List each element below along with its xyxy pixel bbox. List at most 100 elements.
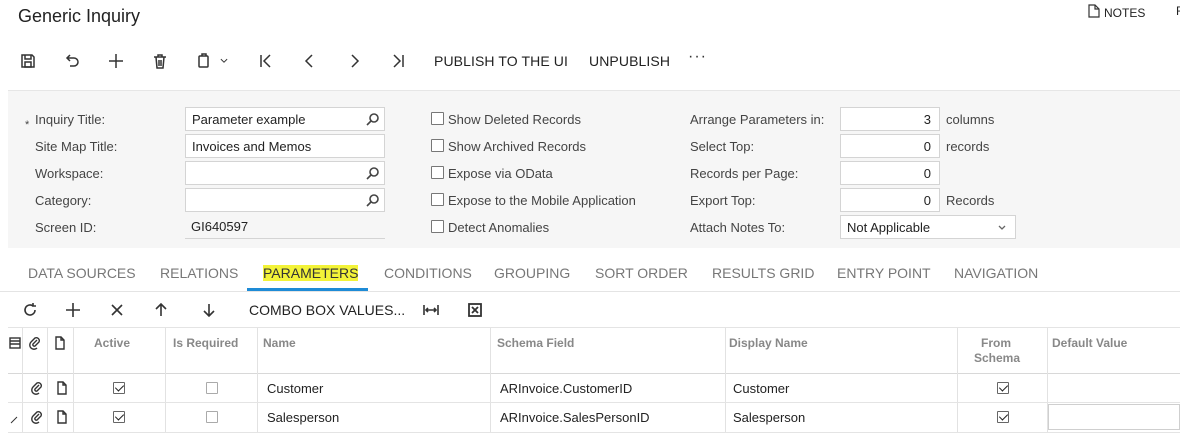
export-top-input[interactable]: 0 xyxy=(840,188,940,212)
site-map-title-label: Site Map Title: xyxy=(35,139,118,154)
tab-entry-point[interactable]: ENTRY POINT xyxy=(837,265,931,281)
tab-conditions[interactable]: CONDITIONS xyxy=(384,265,472,281)
arrange-params-input[interactable]: 3 xyxy=(840,107,940,131)
site-map-title-value: Invoices and Memos xyxy=(192,139,312,154)
records-per-page-input[interactable]: 0 xyxy=(840,161,940,185)
tab-data-sources[interactable]: DATA SOURCES xyxy=(28,265,136,281)
chevron-down-icon[interactable] xyxy=(217,50,231,72)
search-icon[interactable] xyxy=(366,193,380,207)
col-header-active[interactable]: Active xyxy=(94,336,130,350)
select-top-input[interactable]: 0 xyxy=(840,134,940,158)
undo-icon[interactable] xyxy=(61,50,83,72)
display-name-cell[interactable]: Salesperson xyxy=(733,410,805,425)
column-divider xyxy=(165,328,166,433)
column-divider xyxy=(490,328,491,433)
refresh-icon[interactable] xyxy=(21,301,39,319)
is-required-checkbox[interactable] xyxy=(206,382,218,394)
combo-box-values-button[interactable]: COMBO BOX VALUES... xyxy=(249,302,405,318)
copy-paste-icon[interactable] xyxy=(193,50,215,72)
active-tab-indicator xyxy=(247,288,368,291)
edit-pencil-icon xyxy=(8,412,22,426)
name-cell[interactable]: Salesperson xyxy=(267,410,339,425)
next-icon[interactable] xyxy=(343,50,365,72)
column-divider xyxy=(257,328,258,433)
name-cell[interactable]: Customer xyxy=(267,381,323,396)
workspace-label: Workspace: xyxy=(35,166,104,181)
tab-parameters-label: PARAMETERS xyxy=(263,265,359,281)
inquiry-title-field[interactable]: Parameter example xyxy=(185,107,385,131)
publish-button[interactable]: PUBLISH TO THE UI xyxy=(434,53,568,69)
active-checkbox[interactable] xyxy=(113,382,125,394)
col-header-name[interactable]: Name xyxy=(263,336,296,350)
tab-parameters[interactable]: PARAMETERS xyxy=(263,265,359,281)
select-top-suffix: records xyxy=(946,139,990,154)
active-checkbox[interactable] xyxy=(113,411,125,423)
attachment-icon[interactable] xyxy=(30,410,44,424)
more-actions-button[interactable]: ··· xyxy=(688,48,707,66)
select-top-label: Select Top: xyxy=(690,139,755,154)
tab-grouping[interactable]: GROUPING xyxy=(494,265,570,281)
delete-row-icon[interactable] xyxy=(108,301,126,319)
attach-notes-value: Not Applicable xyxy=(847,220,931,235)
expose-odata-label: Expose via OData xyxy=(448,166,553,181)
workspace-field[interactable] xyxy=(185,161,385,185)
screen-id-label: Screen ID: xyxy=(35,220,97,235)
delete-icon[interactable] xyxy=(149,50,171,72)
screen-id-field: GI640597 xyxy=(185,215,385,239)
site-map-title-field[interactable]: Invoices and Memos xyxy=(185,134,385,158)
page-title: Generic Inquiry xyxy=(18,6,141,26)
attach-notes-select[interactable]: Not Applicable xyxy=(840,215,1016,239)
arrange-params-suffix: columns xyxy=(946,112,995,127)
save-icon[interactable] xyxy=(17,50,39,72)
move-up-icon[interactable] xyxy=(152,301,170,319)
add-row-icon[interactable] xyxy=(64,301,82,319)
inquiry-title-value: Parameter example xyxy=(192,112,306,127)
schema-field-cell[interactable]: ARInvoice.SalesPersonID xyxy=(500,410,650,425)
schema-field-cell[interactable]: ARInvoice.CustomerID xyxy=(500,381,632,396)
col-header-from-schema[interactable]: From Schema xyxy=(974,336,1021,366)
search-icon[interactable] xyxy=(366,112,380,126)
search-icon[interactable] xyxy=(366,166,380,180)
previous-icon[interactable] xyxy=(299,50,321,72)
show-deleted-records-label: Show Deleted Records xyxy=(448,112,581,127)
tab-sort-order[interactable]: SORT ORDER xyxy=(595,265,688,281)
last-icon[interactable] xyxy=(387,50,409,72)
tab-navigation[interactable]: NAVIGATION xyxy=(954,265,1038,281)
default-value-input[interactable] xyxy=(1048,404,1180,430)
add-icon[interactable] xyxy=(105,50,127,72)
from-schema-checkbox[interactable] xyxy=(997,382,1009,394)
display-name-cell[interactable]: Customer xyxy=(733,381,789,396)
move-down-icon[interactable] xyxy=(200,301,218,319)
unpublish-button[interactable]: UNPUBLISH xyxy=(589,53,670,69)
notes-button[interactable]: NOTES xyxy=(1088,4,1145,21)
show-archived-records-checkbox[interactable] xyxy=(431,139,444,152)
tab-results-grid[interactable]: RESULTS GRID xyxy=(712,265,814,281)
fit-columns-icon[interactable] xyxy=(422,301,440,319)
detect-anomalies-checkbox[interactable] xyxy=(431,220,444,233)
note-icon[interactable] xyxy=(55,410,69,424)
show-deleted-records-checkbox[interactable] xyxy=(431,112,444,125)
column-divider xyxy=(73,328,74,433)
from-schema-checkbox[interactable] xyxy=(997,411,1009,423)
col-header-schema-field[interactable]: Schema Field xyxy=(497,336,574,350)
detect-anomalies-label: Detect Anomalies xyxy=(448,220,550,235)
note-icon xyxy=(1088,4,1100,21)
col-header-from-schema-line2: Schema xyxy=(974,351,1021,365)
truncated-action[interactable]: F xyxy=(1176,4,1180,18)
export-excel-icon[interactable] xyxy=(466,301,484,319)
tab-relations[interactable]: RELATIONS xyxy=(160,265,238,281)
expose-odata-checkbox[interactable] xyxy=(431,166,444,179)
row-selector-icon[interactable] xyxy=(8,336,22,350)
col-header-is-required[interactable]: Is Required xyxy=(173,336,238,350)
col-header-display-name[interactable]: Display Name xyxy=(729,336,808,350)
records-per-page-label: Records per Page: xyxy=(690,166,799,181)
category-field[interactable] xyxy=(185,188,385,212)
attachment-icon[interactable] xyxy=(30,381,44,395)
first-icon[interactable] xyxy=(255,50,277,72)
is-required-checkbox[interactable] xyxy=(206,411,218,423)
col-header-default-value[interactable]: Default Value xyxy=(1052,336,1127,350)
note-icon[interactable] xyxy=(55,381,69,395)
expose-mobile-checkbox[interactable] xyxy=(431,193,444,206)
column-divider xyxy=(47,328,48,433)
column-divider xyxy=(725,328,726,433)
